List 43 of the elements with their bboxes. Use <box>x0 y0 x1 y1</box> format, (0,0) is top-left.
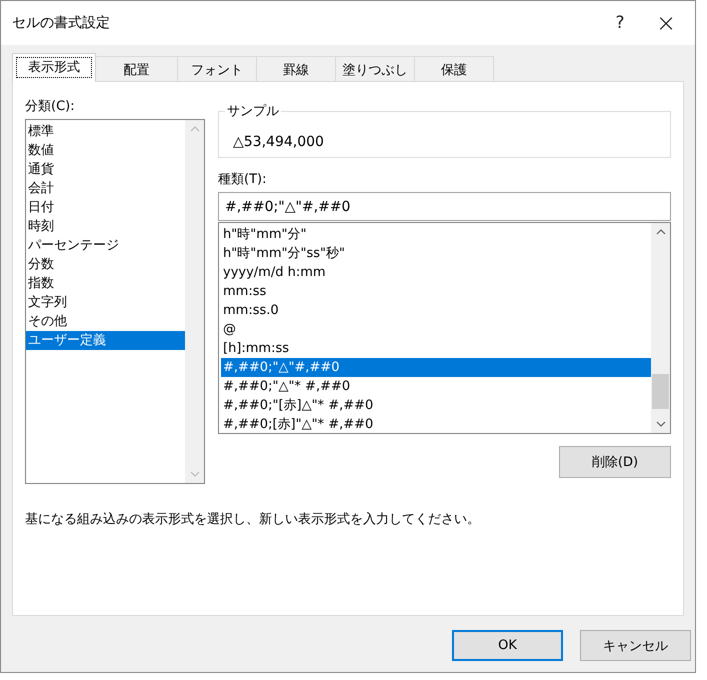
category-item[interactable]: 数値 <box>26 141 185 160</box>
description-text: 基になる組み込みの表示形式を選択し、新しい表示形式を入力してください。 <box>25 511 481 528</box>
format-item[interactable]: h"時"mm"分" <box>221 225 651 244</box>
category-item[interactable]: パーセンテージ <box>26 236 185 255</box>
format-item[interactable]: #,##0;"△"* #,##0 <box>221 377 651 396</box>
category-item[interactable]: 日付 <box>26 198 185 217</box>
delete-button[interactable]: 削除(D) <box>559 446 671 478</box>
sample-value: △53,494,000 <box>233 134 324 150</box>
category-item[interactable]: 文字列 <box>26 293 185 312</box>
category-item[interactable]: ユーザー定義 <box>26 331 185 350</box>
format-item[interactable]: @ <box>221 320 651 339</box>
format-item[interactable]: h"時"mm"分"ss"秒" <box>221 244 651 263</box>
category-item[interactable]: 標準 <box>26 122 185 141</box>
format-item[interactable]: #,##0;[赤]"△"* #,##0 <box>221 415 651 434</box>
help-button[interactable]: ? <box>597 13 643 33</box>
format-item[interactable]: #,##0;"[赤]△"* #,##0 <box>221 396 651 415</box>
window-title: セルの書式設定 <box>12 14 111 32</box>
format-item[interactable]: [h]:mm:ss <box>221 339 651 358</box>
cancel-button[interactable]: キャンセル <box>580 630 691 661</box>
category-item[interactable]: 分数 <box>26 255 185 274</box>
sample-label: サンプル <box>225 102 281 120</box>
category-item[interactable]: 会計 <box>26 179 185 198</box>
format-item[interactable]: yyyy/m/d h:mm <box>221 263 651 282</box>
format-item[interactable]: mm:ss.0 <box>221 301 651 320</box>
category-item[interactable]: 時刻 <box>26 217 185 236</box>
ok-button[interactable]: OK <box>452 630 563 661</box>
close-button[interactable]: × <box>643 9 689 37</box>
format-item[interactable]: #,##0;"△"#,##0 <box>221 358 651 377</box>
category-label: 分類(C): <box>25 98 76 116</box>
scroll-up-icon[interactable] <box>656 229 666 235</box>
category-list[interactable]: 標準 数値 通貨 会計 日付 時刻 パーセンテージ 分数 指数 文字列 その他 ユーザー定義 <box>25 119 205 484</box>
type-label: 種類(T): <box>218 171 268 189</box>
scroll-down-icon[interactable] <box>656 421 666 427</box>
type-list[interactable]: h"時"mm"分" h"時"mm"分"ss"秒" yyyy/m/d h:mm mm:ss mm:ss.0 @ [h]:mm:ss #,##0;"△"#,##0 #,##0;"△"* #,##0 #,##0;"[赤]△"* #,##0 #,##0;[赤]"△"* #,##0 <box>218 222 671 434</box>
scroll-thumb[interactable] <box>652 374 669 409</box>
category-item[interactable]: 指数 <box>26 274 185 293</box>
scrollbar[interactable] <box>651 223 670 433</box>
type-input-field[interactable]: #,##0;"△"#,##0 <box>218 192 671 221</box>
category-item[interactable]: 通貨 <box>26 160 185 179</box>
tab[interactable]: 表示形式 <box>12 53 96 82</box>
tab[interactable]: 保護 <box>414 56 494 81</box>
category-item[interactable]: その他 <box>26 312 185 331</box>
format-item[interactable]: mm:ss <box>221 282 651 301</box>
